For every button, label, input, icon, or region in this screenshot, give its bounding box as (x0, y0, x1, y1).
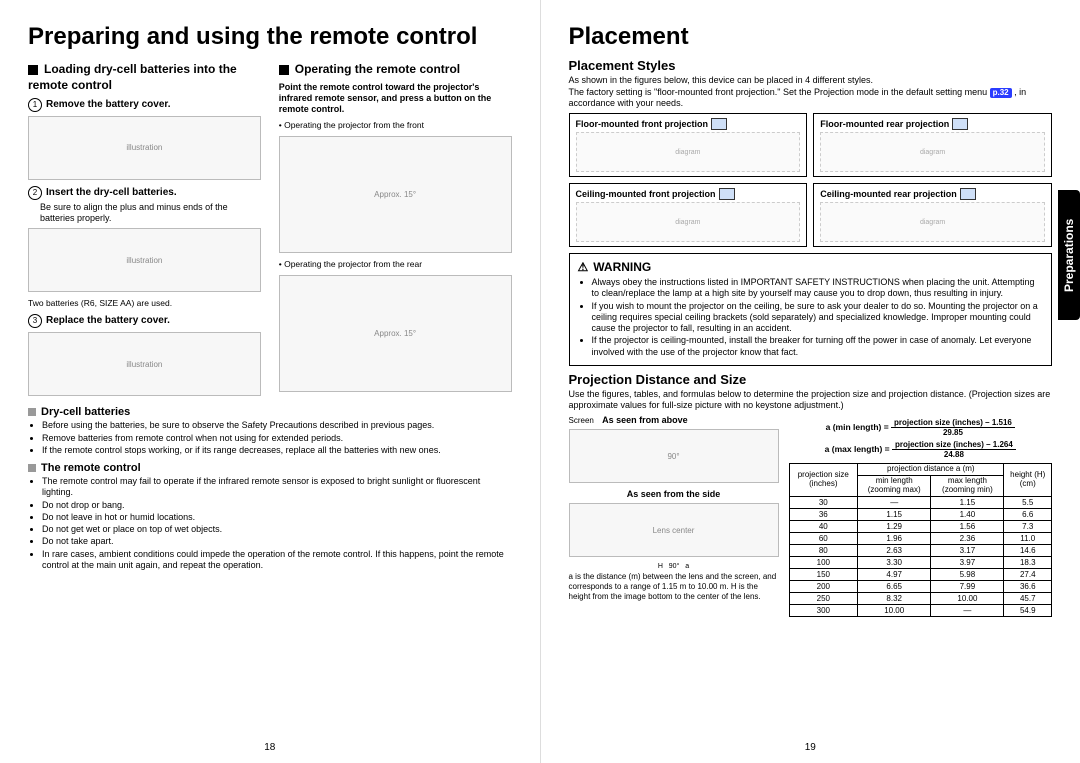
tile-ceiling-front: Ceiling-mounted front projection diagram (569, 183, 808, 247)
operate-cap1: • Operating the projector from the front (279, 120, 512, 130)
tile-illustration: diagram (820, 202, 1045, 242)
step1: 1Remove the battery cover. (28, 98, 261, 112)
step2-note: Be sure to align the plus and minus ends… (40, 202, 261, 225)
operate-rear-illustration: Approx. 15° (279, 275, 512, 392)
operate-intro: Point the remote control toward the proj… (279, 82, 512, 116)
diagram-above: 90° (569, 429, 779, 483)
step2: 2Insert the dry-cell batteries. (28, 186, 261, 200)
step2-caption: Two batteries (R6, SIZE AA) are used. (28, 298, 261, 308)
formula-min: a (min length) = projection size (inches… (789, 418, 1053, 437)
label-above: As seen from above (602, 415, 688, 425)
page-number-right: 19 (805, 742, 816, 753)
tile-illustration: diagram (576, 202, 801, 242)
warning-box: WARNING Always obey the instructions lis… (569, 253, 1053, 366)
right-title: Placement (569, 24, 1053, 50)
distance-table: projection size (inches) projection dist… (789, 463, 1053, 616)
loading-heading: Loading dry-cell batteries into the remo… (28, 62, 261, 93)
mode-icon (719, 188, 735, 200)
operating-heading: Operating the remote control (279, 62, 512, 78)
label-a: a (685, 563, 689, 570)
tile-illustration: diagram (576, 132, 801, 172)
step1-illustration: illustration (28, 116, 261, 180)
label-H: H (658, 563, 663, 570)
drycell-heading: Dry-cell batteries (28, 406, 512, 418)
tile-ceiling-rear: Ceiling-mounted rear projection diagram (813, 183, 1052, 247)
drycell-list: Before using the batteries, be sure to o… (28, 420, 512, 456)
diagram-side: Lens center (569, 503, 779, 557)
tile-floor-rear: Floor-mounted rear projection diagram (813, 113, 1052, 177)
remote-heading: The remote control (28, 462, 512, 474)
mode-icon (711, 118, 727, 130)
tile-floor-front: Floor-mounted front projection diagram (569, 113, 808, 177)
formula-max: a (max length) = projection size (inches… (789, 440, 1053, 459)
left-page: Preparing and using the remote control L… (0, 0, 541, 763)
tile-illustration: diagram (820, 132, 1045, 172)
dist-heading: Projection Distance and Size (569, 372, 1053, 387)
label-side: As seen from the side (569, 489, 779, 499)
left-title: Preparing and using the remote control (28, 24, 512, 50)
remote-list: The remote control may fail to operate i… (28, 476, 512, 571)
operate-front-illustration: Approx. 15° (279, 136, 512, 253)
step2-illustration: illustration (28, 228, 261, 292)
label-screen: Screen (569, 416, 594, 425)
dist-intro: Use the figures, tables, and formulas be… (569, 389, 1053, 412)
section-tab: Preparations (1058, 190, 1080, 320)
mode-icon (960, 188, 976, 200)
styles-intro: As shown in the figures below, this devi… (569, 75, 1053, 109)
page-number-left: 18 (264, 742, 275, 753)
page-ref-icon: p.32 (990, 88, 1012, 98)
note-a: a is the distance (m) between the lens a… (569, 572, 779, 602)
placement-tiles: Floor-mounted front projection diagram F… (569, 113, 1053, 247)
step3: 3Replace the battery cover. (28, 314, 261, 328)
mode-icon (952, 118, 968, 130)
styles-heading: Placement Styles (569, 58, 1053, 73)
warning-title: WARNING (578, 260, 1044, 274)
right-page: Preparations Placement Placement Styles … (541, 0, 1080, 763)
step3-illustration: illustration (28, 332, 261, 396)
operate-cap2: • Operating the projector from the rear (279, 259, 512, 269)
